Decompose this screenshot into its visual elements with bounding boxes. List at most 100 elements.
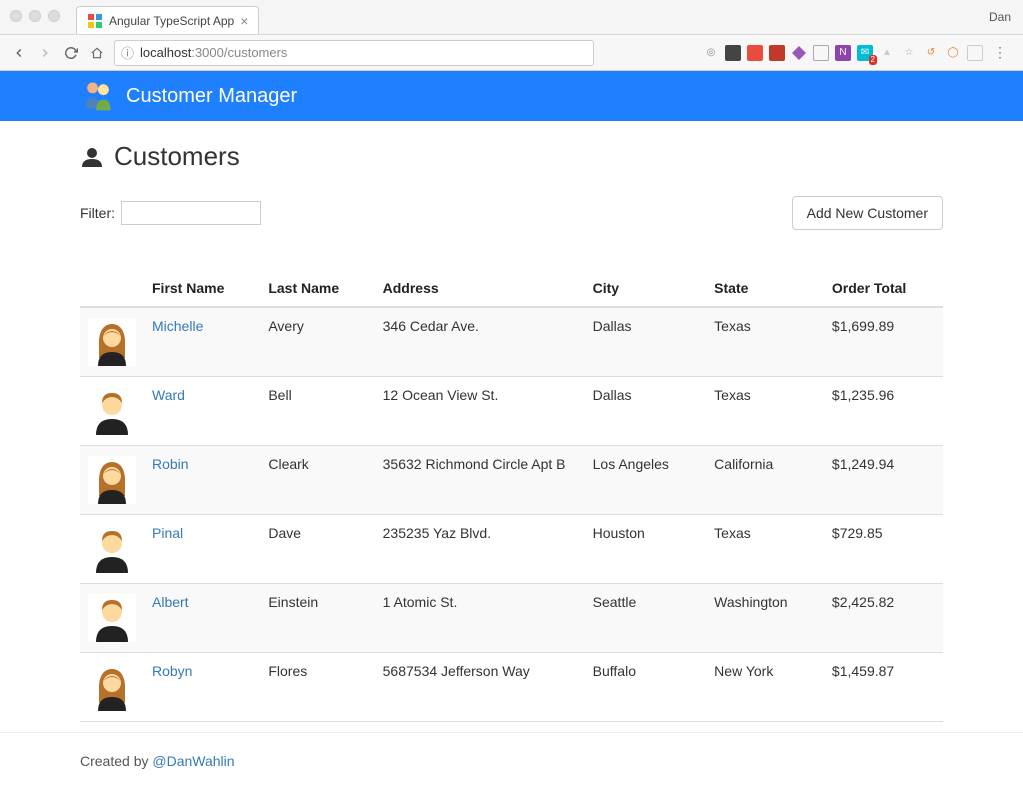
avatar-icon	[88, 387, 136, 435]
cell-order-total: $1,459.87	[824, 653, 943, 722]
tab-title: Angular TypeScript App	[109, 14, 234, 28]
cell-city: Buffalo	[585, 653, 707, 722]
close-window-icon[interactable]	[10, 10, 22, 22]
cell-address: 5687534 Jefferson Way	[375, 653, 585, 722]
customer-name-link[interactable]: Robyn	[152, 663, 192, 679]
cell-state: Texas	[706, 515, 824, 584]
filter-input[interactable]	[121, 201, 261, 225]
cell-state: Texas	[706, 377, 824, 446]
cell-city: Houston	[585, 515, 707, 584]
ext-icon[interactable]: ◎	[703, 45, 719, 61]
maximize-window-icon[interactable]	[48, 10, 60, 22]
table-row: Albert Einstein1 Atomic St.SeattleWashing…	[80, 584, 943, 653]
ext-icon[interactable]: ✉2	[857, 45, 873, 61]
ext-icon[interactable]	[791, 45, 807, 61]
extension-icons: ◎ N ✉2 ▲ ☆ ↺ ◯ ⋮	[703, 44, 1013, 61]
customer-name-link[interactable]: Ward	[152, 387, 185, 403]
cell-city: Seattle	[585, 584, 707, 653]
table-row: WardBell12 Ocean View St.DallasTexas$1,2…	[80, 377, 943, 446]
footer-text: Created by	[80, 753, 152, 769]
cell-last-name: Avery	[260, 307, 374, 377]
cell-order-total: $2,425.82	[824, 584, 943, 653]
customer-name-link[interactable]: Pinal	[152, 525, 183, 541]
browser-tab[interactable]: Angular TypeScript App ×	[76, 6, 259, 34]
col-last-name[interactable]: Last Name	[260, 270, 374, 307]
cell-last-name: Flores	[260, 653, 374, 722]
app-title: Customer Manager	[126, 85, 297, 108]
table-row: Robin Cleark35632 Richmond Circle Apt BLo…	[80, 446, 943, 515]
cell-last-name: Einstein	[260, 584, 374, 653]
ext-icon[interactable]	[747, 45, 763, 61]
app-header: Customer Manager	[0, 71, 1023, 121]
minimize-window-icon[interactable]	[29, 10, 41, 22]
table-row: Pinal Dave235235 Yaz Blvd.HoustonTexas$72…	[80, 515, 943, 584]
home-button[interactable]	[88, 44, 106, 62]
browser-toolbar: ⓘ localhost:3000/customers ◎ N ✉2 ▲ ☆ ↺ …	[0, 34, 1023, 70]
cell-last-name: Cleark	[260, 446, 374, 515]
window-traffic-lights	[10, 10, 60, 22]
cell-city: Dallas	[585, 377, 707, 446]
col-city[interactable]: City	[585, 270, 707, 307]
address-bar[interactable]: ⓘ localhost:3000/customers	[114, 40, 594, 66]
ext-icon[interactable]	[769, 45, 785, 61]
author-link[interactable]: @DanWahlin	[152, 753, 234, 769]
ext-icon[interactable]: ↺	[923, 45, 939, 61]
url-path: :3000/customers	[191, 45, 287, 60]
cell-last-name: Bell	[260, 377, 374, 446]
favicon-icon	[87, 13, 103, 29]
page-content: Customers Filter: Add New Customer First…	[0, 121, 1023, 732]
cell-address: 235235 Yaz Blvd.	[375, 515, 585, 584]
browser-chrome: Angular TypeScript App × Dan ⓘ localhost…	[0, 0, 1023, 71]
ext-icon[interactable]	[967, 45, 983, 61]
ext-icon[interactable]	[813, 45, 829, 61]
customers-icon	[80, 145, 104, 169]
cell-city: Los Angeles	[585, 446, 707, 515]
customer-name-link[interactable]: Albert	[152, 594, 189, 610]
page-title-text: Customers	[114, 141, 240, 172]
avatar-icon	[88, 456, 136, 504]
close-tab-icon[interactable]: ×	[240, 13, 248, 29]
filter-row: Filter: Add New Customer	[80, 196, 943, 230]
back-button[interactable]	[10, 44, 28, 62]
ext-icon[interactable]	[725, 45, 741, 61]
customers-table: First Name Last Name Address City State …	[80, 270, 943, 722]
cell-order-total: $1,699.89	[824, 307, 943, 377]
avatar-icon	[88, 663, 136, 711]
avatar-icon	[88, 594, 136, 642]
col-state[interactable]: State	[706, 270, 824, 307]
cell-state: Washington	[706, 584, 824, 653]
ext-icon[interactable]: N	[835, 45, 851, 61]
filter-label: Filter:	[80, 205, 115, 221]
cell-state: Texas	[706, 307, 824, 377]
menu-icon[interactable]: ⋮	[989, 44, 1013, 61]
ext-icon[interactable]: ◯	[945, 45, 961, 61]
forward-button[interactable]	[36, 44, 54, 62]
cell-last-name: Dave	[260, 515, 374, 584]
tab-strip: Angular TypeScript App × Dan	[0, 0, 1023, 34]
star-icon[interactable]: ☆	[901, 45, 917, 61]
app-logo-icon	[80, 78, 116, 114]
cell-order-total: $729.85	[824, 515, 943, 584]
cell-address: 346 Cedar Ave.	[375, 307, 585, 377]
col-address[interactable]: Address	[375, 270, 585, 307]
ext-icon[interactable]: ▲	[879, 45, 895, 61]
customer-name-link[interactable]: Robin	[152, 456, 189, 472]
customer-name-link[interactable]: Michelle	[152, 318, 203, 334]
table-row: Michelle Avery346 Cedar Ave.DallasTexas$1…	[80, 307, 943, 377]
col-order-total[interactable]: Order Total	[824, 270, 943, 307]
cell-address: 35632 Richmond Circle Apt B	[375, 446, 585, 515]
col-first-name[interactable]: First Name	[144, 270, 260, 307]
cell-state: New York	[706, 653, 824, 722]
page-heading: Customers	[80, 141, 943, 172]
table-row: Robyn Flores5687534 Jefferson WayBuffaloN…	[80, 653, 943, 722]
info-icon[interactable]: ⓘ	[121, 43, 134, 62]
profile-name[interactable]: Dan	[989, 10, 1011, 24]
cell-address: 12 Ocean View St.	[375, 377, 585, 446]
cell-city: Dallas	[585, 307, 707, 377]
url-host: localhost	[140, 45, 191, 60]
avatar-icon	[88, 318, 136, 366]
add-customer-button[interactable]: Add New Customer	[792, 196, 943, 230]
avatar-icon	[88, 525, 136, 573]
cell-address: 1 Atomic St.	[375, 584, 585, 653]
reload-button[interactable]	[62, 44, 80, 62]
